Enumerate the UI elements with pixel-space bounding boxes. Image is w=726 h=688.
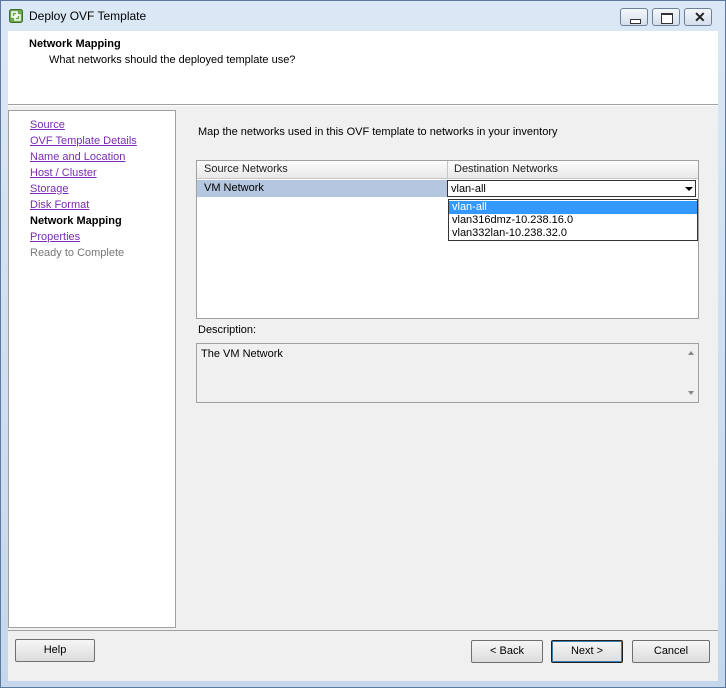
column-header-destination-networks[interactable]: Destination Networks [454,163,558,175]
dialog-window: Deploy OVF Template ✕ Network Mapping Wh… [0,0,726,688]
minimize-icon [630,19,641,24]
chevron-down-icon[interactable] [685,187,693,191]
nav-step-ovf-template-details[interactable]: OVF Template Details [30,135,137,147]
title-bar[interactable]: Deploy OVF Template ✕ [1,1,725,31]
destination-network-dropdown: vlan-all vlan316dmz-10.238.16.0 vlan332l… [448,199,698,241]
table-header: Source Networks Destination Networks [197,161,698,179]
wizard-body: Source OVF Template Details Name and Loc… [8,105,718,681]
nav-step-host-cluster[interactable]: Host / Cluster [30,167,97,179]
wizard-header: Network Mapping What networks should the… [8,31,718,105]
destination-network-select[interactable]: vlan-all [447,180,696,197]
column-header-source-networks[interactable]: Source Networks [204,163,288,175]
dropdown-option-vlan-all[interactable]: vlan-all [449,201,697,214]
dropdown-option-vlan332lan[interactable]: vlan332lan-10.238.32.0 [449,227,697,240]
nav-step-properties[interactable]: Properties [30,231,80,243]
minimize-button[interactable] [620,8,648,26]
nav-step-storage[interactable]: Storage [30,183,69,195]
nav-step-source[interactable]: Source [30,119,65,131]
description-label: Description: [198,324,257,336]
cancel-button[interactable]: Cancel [632,640,710,663]
window-title: Deploy OVF Template [29,9,147,23]
scroll-up-icon[interactable] [688,351,694,355]
table-row[interactable]: VM Network [197,180,447,197]
maximize-icon [661,13,673,24]
page-title: Network Mapping [29,38,121,50]
footer-divider [8,630,718,631]
description-box: The VM Network [196,343,699,403]
close-icon: ✕ [694,9,706,25]
wizard-steps-nav: Source OVF Template Details Name and Loc… [8,110,176,628]
nav-step-ready-to-complete: Ready to Complete [30,247,125,259]
nav-step-disk-format[interactable]: Disk Format [30,199,89,211]
nav-step-name-and-location[interactable]: Name and Location [30,151,125,163]
scroll-down-icon[interactable] [688,391,694,395]
back-button[interactable]: < Back [471,640,543,663]
page-subtitle: What networks should the deployed templa… [49,54,296,66]
maximize-button[interactable] [652,8,680,26]
dropdown-option-vlan316dmz[interactable]: vlan316dmz-10.238.16.0 [449,214,697,227]
vsphere-app-icon [9,9,23,23]
source-network-cell: VM Network [204,182,264,194]
close-button[interactable]: ✕ [684,8,712,26]
instruction-text: Map the networks used in this OVF templa… [198,126,558,138]
next-button[interactable]: Next > [551,640,623,663]
description-text: The VM Network [201,348,283,360]
destination-network-value: vlan-all [451,183,486,195]
nav-step-network-mapping: Network Mapping [30,215,122,227]
help-button[interactable]: Help [15,639,95,662]
column-divider[interactable] [447,161,448,178]
